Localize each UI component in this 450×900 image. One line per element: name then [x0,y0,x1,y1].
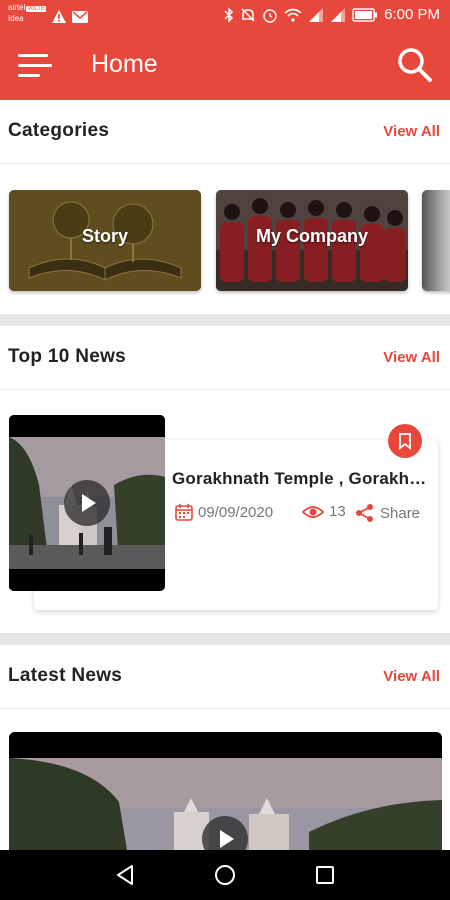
share-label: Share [380,504,421,522]
app-bar: Home [0,30,450,100]
categories-view-all-link[interactable]: View All [383,123,440,140]
share-button[interactable]: Share [355,503,420,523]
mute-icon [241,8,255,21]
latest-news-view-all-link[interactable]: View All [383,668,440,685]
recents-icon[interactable] [312,862,338,888]
system-nav-bar [0,850,450,900]
category-card-my-company[interactable]: My Company [216,190,408,291]
signal-icon [309,7,324,22]
status-left: airtel VoLTE Idea [8,3,88,24]
category-label: Story [81,226,128,246]
news-date: 09/09/2020 [175,503,273,521]
category-label: My Company [255,226,369,246]
bluetooth-icon [224,6,234,23]
search-icon[interactable] [396,46,434,84]
eye-icon [302,505,324,518]
top-news-view-all-link[interactable]: View All [383,349,440,366]
categories-title: Categories [8,120,110,141]
signal-icon [331,7,346,22]
share-icon [356,504,373,522]
news-views: 13 [302,503,346,520]
carrier-name-1: airtel [8,3,26,12]
mail-icon [71,11,88,23]
menu-icon[interactable] [18,52,52,80]
wifi-icon [284,8,302,22]
status-right: 6:00 PM [224,6,440,23]
volte-badge: VoLTE [26,6,46,12]
alert-icon [51,10,66,23]
carrier-info: airtel VoLTE Idea [8,3,46,23]
latest-news-header: Latest News View All [0,645,450,709]
news-title[interactable]: Gorakhnath Temple , Gorakhpur [172,469,434,489]
bookmark-button[interactable] [388,424,422,458]
calendar-icon [175,504,193,521]
category-card-partial[interactable] [422,190,450,291]
back-icon[interactable] [112,862,138,888]
section-divider [0,314,450,326]
latest-news-card[interactable] [9,732,442,862]
news-views-count: 13 [329,503,346,520]
categories-header: Categories View All [0,100,450,164]
home-icon[interactable] [212,862,238,888]
news-date-text: 09/09/2020 [198,503,274,521]
page-title: Home [91,50,158,78]
battery-icon [352,7,378,22]
status-time: 6:00 PM [384,6,440,23]
bookmark-icon [399,433,411,450]
play-button[interactable] [64,480,110,526]
alarm-icon [263,8,277,23]
news-thumbnail[interactable] [9,415,165,591]
status-bar: airtel VoLTE Idea 6:00 PM [0,0,450,30]
section-divider [0,633,450,645]
top-news-header: Top 10 News View All [0,326,450,390]
carrier-name-2: Idea [8,14,24,23]
category-card-story[interactable]: Story [9,190,201,291]
top-news-title: Top 10 News [8,346,127,367]
latest-news-title: Latest News [8,665,123,686]
